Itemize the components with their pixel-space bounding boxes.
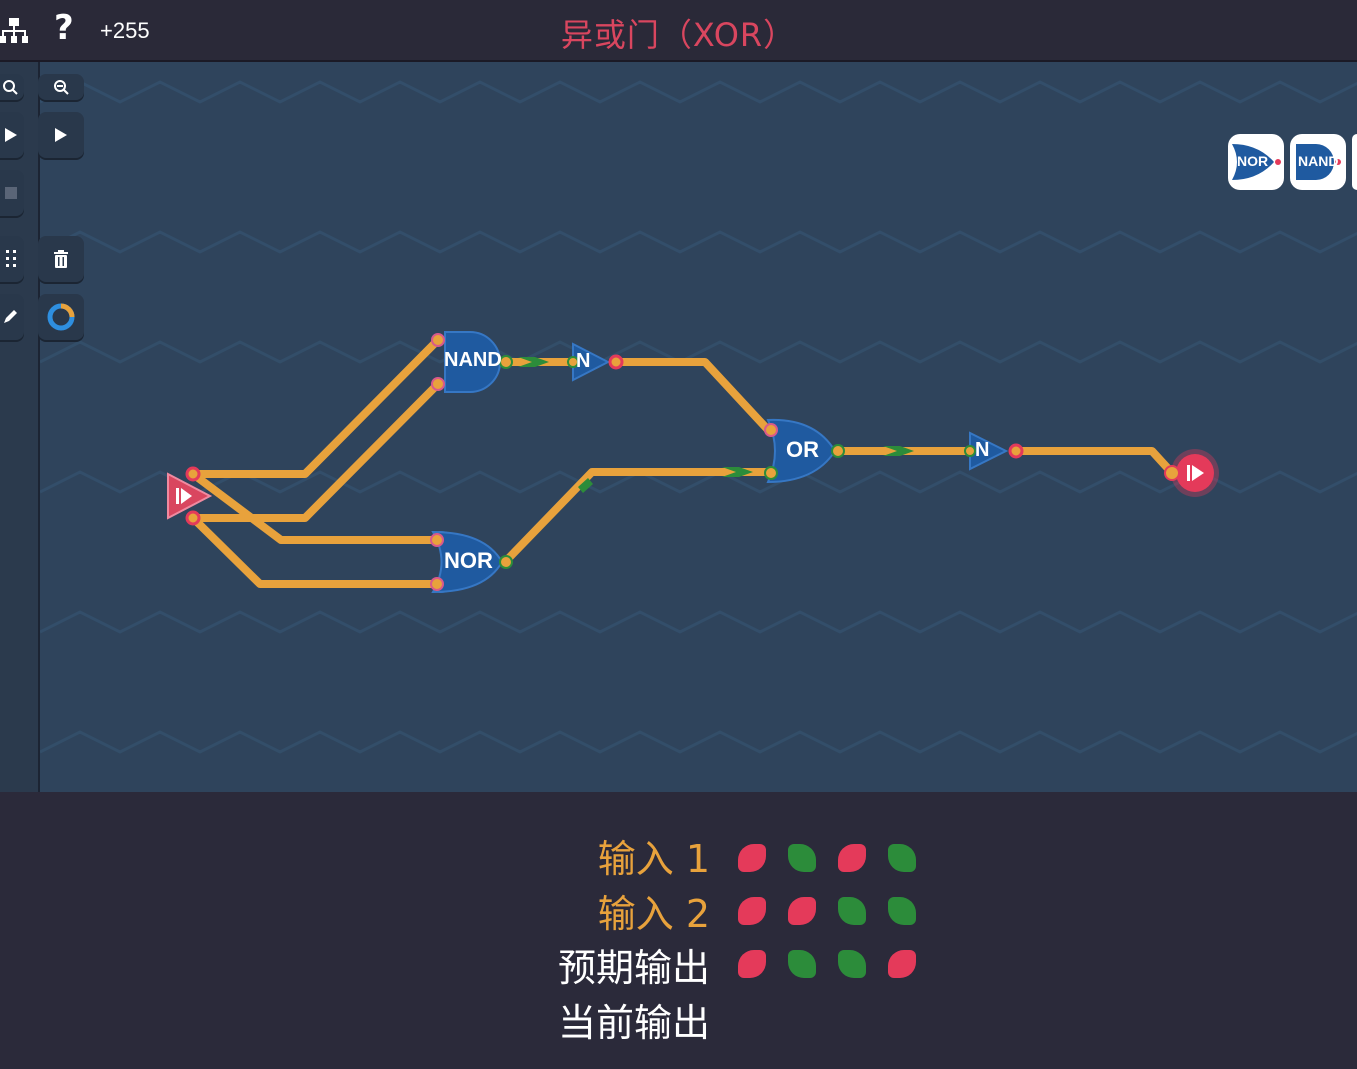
signal-dot-input2-2	[788, 897, 816, 925]
zoom-in-icon	[3, 80, 18, 95]
zoom-out-icon	[54, 80, 69, 95]
not2-label: N	[975, 439, 990, 461]
signal-dot-input2-1	[738, 897, 766, 925]
zoom-out-button[interactable]	[38, 74, 84, 100]
signal-dot-expected-2	[788, 950, 816, 978]
page-title: 异或门（XOR）	[560, 16, 797, 54]
step-button[interactable]	[0, 112, 24, 158]
edit-button[interactable]	[0, 294, 24, 340]
nor-label: NOR	[444, 548, 493, 573]
stop-button[interactable]	[0, 170, 24, 216]
palette-item-partial[interactable]	[1352, 134, 1357, 190]
background-pattern	[40, 80, 1357, 754]
signal-dot-input1-2	[788, 844, 816, 872]
circuit-diagram	[40, 80, 1357, 754]
signal-dot-expected-1	[738, 950, 766, 978]
circuit-canvas[interactable]: NAND NOR OR N N NOR NAND	[40, 62, 1357, 792]
trash-icon	[54, 250, 68, 268]
or-label: OR	[786, 437, 819, 462]
wire-in2-nor-b	[189, 514, 441, 588]
signal-dot-expected-4	[888, 950, 916, 978]
signal-dot-input2-4	[888, 897, 916, 925]
not1-label: N	[576, 350, 591, 372]
signal-dot-input1-4	[888, 844, 916, 872]
loop-icon	[47, 303, 75, 331]
wire-not-or	[612, 358, 774, 436]
wire-nor-or	[501, 468, 776, 566]
input1-label: 输入 1	[597, 837, 710, 881]
current-output-label: 当前输出	[557, 1001, 710, 1045]
signal-dot-input2-3	[838, 897, 866, 925]
output-node[interactable]	[1164, 449, 1219, 497]
play-button[interactable]	[38, 112, 84, 158]
palette-item-nand[interactable]: NAND	[1290, 134, 1346, 190]
input2-label: 输入 2	[597, 892, 710, 936]
signal-dot-input1-1	[738, 844, 766, 872]
palette-item-nor-label: NOR	[1237, 153, 1269, 169]
signal-dot-input1-3	[838, 844, 866, 872]
grid-icon	[6, 250, 16, 267]
signal-dot-expected-3	[838, 950, 866, 978]
zoom-in-button[interactable]	[0, 74, 24, 100]
not-gate-2[interactable]	[964, 431, 1024, 471]
play-icon	[55, 128, 67, 142]
delete-button[interactable]	[38, 236, 84, 282]
palette-item-nand-label: NAND	[1298, 153, 1339, 169]
top-bar: ? +255 异或门（XOR）	[0, 0, 1357, 62]
nand-label: NAND	[444, 349, 502, 371]
wires	[189, 336, 1177, 588]
grid-button[interactable]	[0, 236, 24, 282]
stop-icon	[5, 187, 17, 199]
pencil-icon	[4, 310, 17, 323]
play-icon	[5, 128, 17, 142]
palette-item-nor[interactable]: NOR	[1228, 134, 1284, 190]
wire-in1-nand-a	[189, 336, 442, 478]
expected-output-label: 预期输出	[557, 946, 710, 990]
loop-button[interactable]	[38, 294, 84, 340]
truth-table-panel: 输入 1 输入 2 预期输出 当前输出	[0, 794, 1357, 1069]
